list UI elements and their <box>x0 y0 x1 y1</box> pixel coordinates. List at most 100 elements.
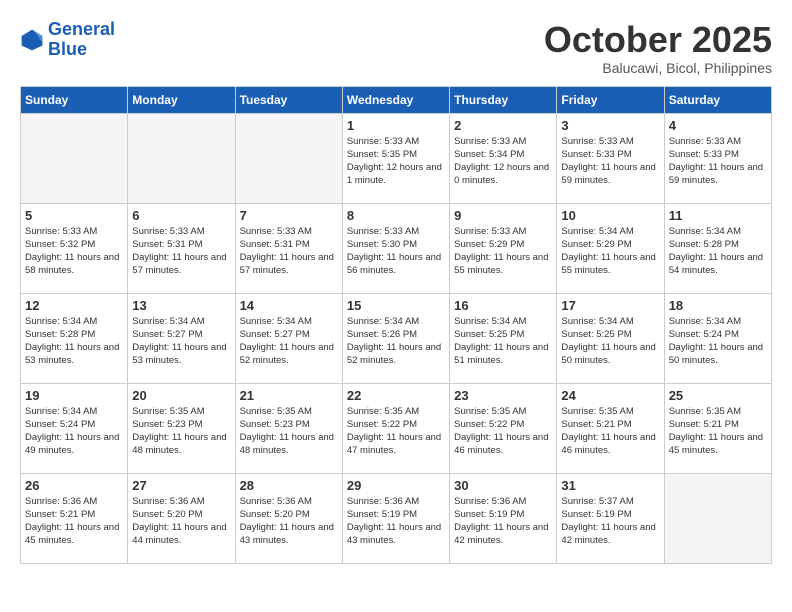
calendar-table: SundayMondayTuesdayWednesdayThursdayFrid… <box>20 86 772 564</box>
day-number: 8 <box>347 208 445 223</box>
day-number: 18 <box>669 298 767 313</box>
week-row-5: 26Sunrise: 5:36 AM Sunset: 5:21 PM Dayli… <box>21 473 772 563</box>
weekday-header-monday: Monday <box>128 86 235 113</box>
day-number: 24 <box>561 388 659 403</box>
week-row-1: 1Sunrise: 5:33 AM Sunset: 5:35 PM Daylig… <box>21 113 772 203</box>
day-info: Sunrise: 5:34 AM Sunset: 5:24 PM Dayligh… <box>25 405 123 458</box>
day-number: 20 <box>132 388 230 403</box>
day-info: Sunrise: 5:34 AM Sunset: 5:28 PM Dayligh… <box>25 315 123 368</box>
day-number: 5 <box>25 208 123 223</box>
day-info: Sunrise: 5:37 AM Sunset: 5:19 PM Dayligh… <box>561 495 659 548</box>
week-row-2: 5Sunrise: 5:33 AM Sunset: 5:32 PM Daylig… <box>21 203 772 293</box>
calendar-cell: 16 Sunrise: 5:34 AM Sunset: 5:25 PM Dayli… <box>450 293 557 383</box>
calendar-cell <box>664 473 771 563</box>
day-info: Sunrise: 5:35 AM Sunset: 5:21 PM Dayligh… <box>561 405 659 458</box>
day-number: 26 <box>25 478 123 493</box>
weekday-header-wednesday: Wednesday <box>342 86 449 113</box>
day-info: Sunrise: 5:35 AM Sunset: 5:21 PM Dayligh… <box>669 405 767 458</box>
calendar-cell: 2 Sunrise: 5:33 AM Sunset: 5:34 PM Daylig… <box>450 113 557 203</box>
calendar-cell: 11Sunrise: 5:34 AM Sunset: 5:28 PM Dayli… <box>664 203 771 293</box>
calendar-cell: 31 Sunrise: 5:37 AM Sunset: 5:19 PM Dayli… <box>557 473 664 563</box>
week-row-4: 19 Sunrise: 5:34 AM Sunset: 5:24 PM Dayli… <box>21 383 772 473</box>
day-info: Sunrise: 5:34 AM Sunset: 5:25 PM Dayligh… <box>561 315 659 368</box>
weekday-header-saturday: Saturday <box>664 86 771 113</box>
day-number: 19 <box>25 388 123 403</box>
logo-line2: Blue <box>48 39 87 59</box>
day-info: Sunrise: 5:33 AM Sunset: 5:33 PM Dayligh… <box>669 135 767 188</box>
day-number: 2 <box>454 118 552 133</box>
day-info: Sunrise: 5:33 AM Sunset: 5:31 PM Dayligh… <box>132 225 230 278</box>
calendar-cell: 15Sunrise: 5:34 AM Sunset: 5:26 PM Dayli… <box>342 293 449 383</box>
day-info: Sunrise: 5:34 AM Sunset: 5:27 PM Dayligh… <box>240 315 338 368</box>
calendar-cell: 29 Sunrise: 5:36 AM Sunset: 5:19 PM Dayli… <box>342 473 449 563</box>
day-info: Sunrise: 5:33 AM Sunset: 5:31 PM Dayligh… <box>240 225 338 278</box>
day-number: 29 <box>347 478 445 493</box>
calendar-cell: 17 Sunrise: 5:34 AM Sunset: 5:25 PM Dayli… <box>557 293 664 383</box>
day-number: 3 <box>561 118 659 133</box>
day-number: 27 <box>132 478 230 493</box>
day-number: 21 <box>240 388 338 403</box>
day-number: 16 <box>454 298 552 313</box>
day-number: 6 <box>132 208 230 223</box>
calendar-cell: 26Sunrise: 5:36 AM Sunset: 5:21 PM Dayli… <box>21 473 128 563</box>
day-number: 22 <box>347 388 445 403</box>
calendar-cell: 22Sunrise: 5:35 AM Sunset: 5:22 PM Dayli… <box>342 383 449 473</box>
calendar-cell: 30 Sunrise: 5:36 AM Sunset: 5:19 PM Dayli… <box>450 473 557 563</box>
weekday-header-friday: Friday <box>557 86 664 113</box>
day-number: 7 <box>240 208 338 223</box>
day-number: 1 <box>347 118 445 133</box>
day-info: Sunrise: 5:34 AM Sunset: 5:24 PM Dayligh… <box>669 315 767 368</box>
calendar-cell: 6 Sunrise: 5:33 AM Sunset: 5:31 PM Daylig… <box>128 203 235 293</box>
calendar-cell <box>128 113 235 203</box>
calendar-cell: 18 Sunrise: 5:34 AM Sunset: 5:24 PM Dayli… <box>664 293 771 383</box>
weekday-header-tuesday: Tuesday <box>235 86 342 113</box>
calendar-cell: 21Sunrise: 5:35 AM Sunset: 5:23 PM Dayli… <box>235 383 342 473</box>
calendar-cell <box>235 113 342 203</box>
calendar-cell: 4Sunrise: 5:33 AM Sunset: 5:33 PM Daylig… <box>664 113 771 203</box>
calendar-cell: 24 Sunrise: 5:35 AM Sunset: 5:21 PM Dayli… <box>557 383 664 473</box>
day-info: Sunrise: 5:36 AM Sunset: 5:20 PM Dayligh… <box>132 495 230 548</box>
calendar-cell: 13 Sunrise: 5:34 AM Sunset: 5:27 PM Dayli… <box>128 293 235 383</box>
weekday-header-sunday: Sunday <box>21 86 128 113</box>
calendar-cell: 5Sunrise: 5:33 AM Sunset: 5:32 PM Daylig… <box>21 203 128 293</box>
day-number: 30 <box>454 478 552 493</box>
day-info: Sunrise: 5:33 AM Sunset: 5:34 PM Dayligh… <box>454 135 552 188</box>
calendar-cell: 12 Sunrise: 5:34 AM Sunset: 5:28 PM Dayli… <box>21 293 128 383</box>
day-number: 12 <box>25 298 123 313</box>
logo-text: General Blue <box>48 20 115 60</box>
week-row-3: 12 Sunrise: 5:34 AM Sunset: 5:28 PM Dayli… <box>21 293 772 383</box>
calendar-cell: 23Sunrise: 5:35 AM Sunset: 5:22 PM Dayli… <box>450 383 557 473</box>
day-info: Sunrise: 5:35 AM Sunset: 5:23 PM Dayligh… <box>132 405 230 458</box>
day-info: Sunrise: 5:36 AM Sunset: 5:19 PM Dayligh… <box>454 495 552 548</box>
day-number: 25 <box>669 388 767 403</box>
logo-line1: General <box>48 19 115 39</box>
day-info: Sunrise: 5:33 AM Sunset: 5:33 PM Dayligh… <box>561 135 659 188</box>
day-number: 28 <box>240 478 338 493</box>
logo: General Blue <box>20 20 115 60</box>
title-block: October 2025 Balucawi, Bicol, Philippine… <box>544 20 772 76</box>
day-info: Sunrise: 5:33 AM Sunset: 5:29 PM Dayligh… <box>454 225 552 278</box>
calendar-cell: 28Sunrise: 5:36 AM Sunset: 5:20 PM Dayli… <box>235 473 342 563</box>
day-number: 31 <box>561 478 659 493</box>
day-number: 9 <box>454 208 552 223</box>
calendar-cell: 7 Sunrise: 5:33 AM Sunset: 5:31 PM Daylig… <box>235 203 342 293</box>
day-number: 13 <box>132 298 230 313</box>
calendar-cell <box>21 113 128 203</box>
day-number: 17 <box>561 298 659 313</box>
calendar-cell: 20 Sunrise: 5:35 AM Sunset: 5:23 PM Dayli… <box>128 383 235 473</box>
calendar-cell: 25 Sunrise: 5:35 AM Sunset: 5:21 PM Dayli… <box>664 383 771 473</box>
weekday-header-thursday: Thursday <box>450 86 557 113</box>
day-info: Sunrise: 5:33 AM Sunset: 5:30 PM Dayligh… <box>347 225 445 278</box>
month-title: October 2025 <box>544 20 772 60</box>
calendar-cell: 14Sunrise: 5:34 AM Sunset: 5:27 PM Dayli… <box>235 293 342 383</box>
day-info: Sunrise: 5:34 AM Sunset: 5:25 PM Dayligh… <box>454 315 552 368</box>
day-info: Sunrise: 5:34 AM Sunset: 5:29 PM Dayligh… <box>561 225 659 278</box>
calendar-cell: 8 Sunrise: 5:33 AM Sunset: 5:30 PM Daylig… <box>342 203 449 293</box>
calendar-cell: 19 Sunrise: 5:34 AM Sunset: 5:24 PM Dayli… <box>21 383 128 473</box>
day-info: Sunrise: 5:36 AM Sunset: 5:19 PM Dayligh… <box>347 495 445 548</box>
day-number: 23 <box>454 388 552 403</box>
day-info: Sunrise: 5:34 AM Sunset: 5:27 PM Dayligh… <box>132 315 230 368</box>
day-number: 10 <box>561 208 659 223</box>
weekday-header-row: SundayMondayTuesdayWednesdayThursdayFrid… <box>21 86 772 113</box>
calendar-cell: 9 Sunrise: 5:33 AM Sunset: 5:29 PM Daylig… <box>450 203 557 293</box>
